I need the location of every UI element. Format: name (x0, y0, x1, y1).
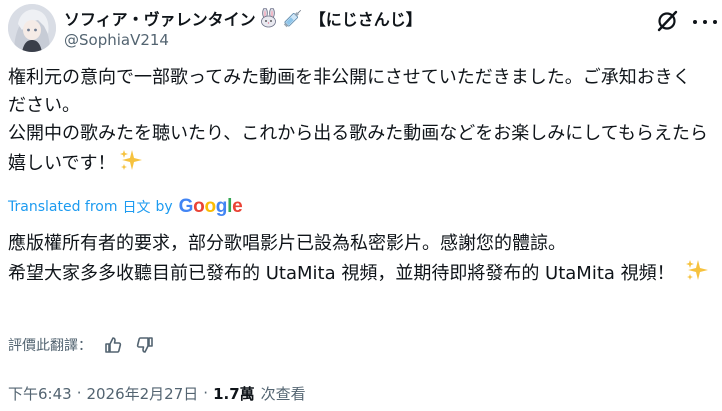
source-language[interactable]: 日文 (122, 197, 150, 217)
more-icon[interactable] (693, 12, 717, 32)
translated-paragraph-1: 應版權所有者的要求，部分歌唱影片已設為私密影片。感謝您的體諒。 (8, 233, 566, 254)
translated-paragraph-2-text: 希望大家多多收聽目前已發布的 UtaMita 視頻，並期待即將發布的 UtaMi… (8, 263, 675, 284)
translation-attribution[interactable]: Translated from 日文 by Google (8, 196, 243, 218)
author-handle[interactable]: @SophiaV214 (64, 31, 169, 49)
more-dot (693, 20, 697, 24)
avatar[interactable] (8, 4, 56, 52)
translated-by-label[interactable]: by (155, 199, 172, 215)
more-dot (703, 20, 707, 24)
post-date[interactable]: 2026年2月27日 (86, 383, 198, 404)
rate-translation-label: 評價此翻譯： (8, 338, 92, 354)
more-dot (713, 20, 717, 24)
google-logo-letter: e (232, 196, 243, 217)
avatar-image (8, 4, 56, 52)
translated-paragraph-2: 希望大家多多收聽目前已發布的 UtaMita 視頻，並期待即將發布的 UtaMi… (8, 258, 718, 291)
author-name-row[interactable]: ソフィア・ヴァレンタイン 【にじさんじ】 (64, 6, 422, 30)
sparkle-icon (119, 148, 143, 181)
google-logo-letter: o (193, 196, 205, 217)
google-logo: Google (179, 196, 243, 218)
google-logo-letter: o (204, 196, 216, 217)
meta-separator: · (203, 384, 209, 402)
post-meta: 下午6:43 · 2026年2月27日 · 1.7萬 次查看 (8, 382, 306, 404)
thumbs-down-icon[interactable] (134, 334, 156, 356)
google-logo-letter: G (178, 196, 194, 217)
original-paragraph-2: 公開中の歌みたを聴いたり、これから出る歌みた動画などをお楽しみにしてもらえたら嬉… (8, 120, 708, 181)
display-name[interactable]: ソフィア・ヴァレンタイン (64, 6, 256, 30)
post-translated-text: 應版權所有者的要求，部分歌唱影片已設為私密影片。感謝您的體諒。 希望大家多多收聽… (8, 230, 718, 291)
post-time[interactable]: 下午6:43 (8, 383, 72, 404)
views-count: 1.7萬 (213, 384, 255, 403)
thumbs-up-icon[interactable] (102, 334, 124, 356)
views-label: 次查看 (260, 384, 306, 403)
original-paragraph-1: 権利元の意向で一部歌ってみた動画を非公開にさせていただきました。ご承知おきくださ… (8, 67, 691, 116)
translated-from-label[interactable]: Translated from (8, 199, 117, 215)
translation-rating: 評價此翻譯： (8, 334, 156, 356)
sparkle-icon (685, 258, 709, 291)
group-tag: 【にじさんじ】 (309, 10, 422, 29)
post-original-text: 権利元の意向で一部歌ってみた動画を非公開にさせていただきました。ご承知おきくださ… (8, 64, 708, 181)
post-header: ソフィア・ヴァレンタイン 【にじさんじ】 @SophiaV214 (0, 0, 722, 62)
original-paragraph-2-text: 公開中の歌みたを聴いたり、これから出る歌みた動画などをお楽しみにしてもらえたら嬉… (8, 123, 708, 174)
grok-icon[interactable] (655, 8, 681, 34)
google-logo-letter: g (215, 196, 228, 217)
rabbit-emoji-icon (258, 8, 280, 28)
meta-separator: · (76, 384, 82, 402)
syringe-emoji-icon (282, 8, 304, 28)
